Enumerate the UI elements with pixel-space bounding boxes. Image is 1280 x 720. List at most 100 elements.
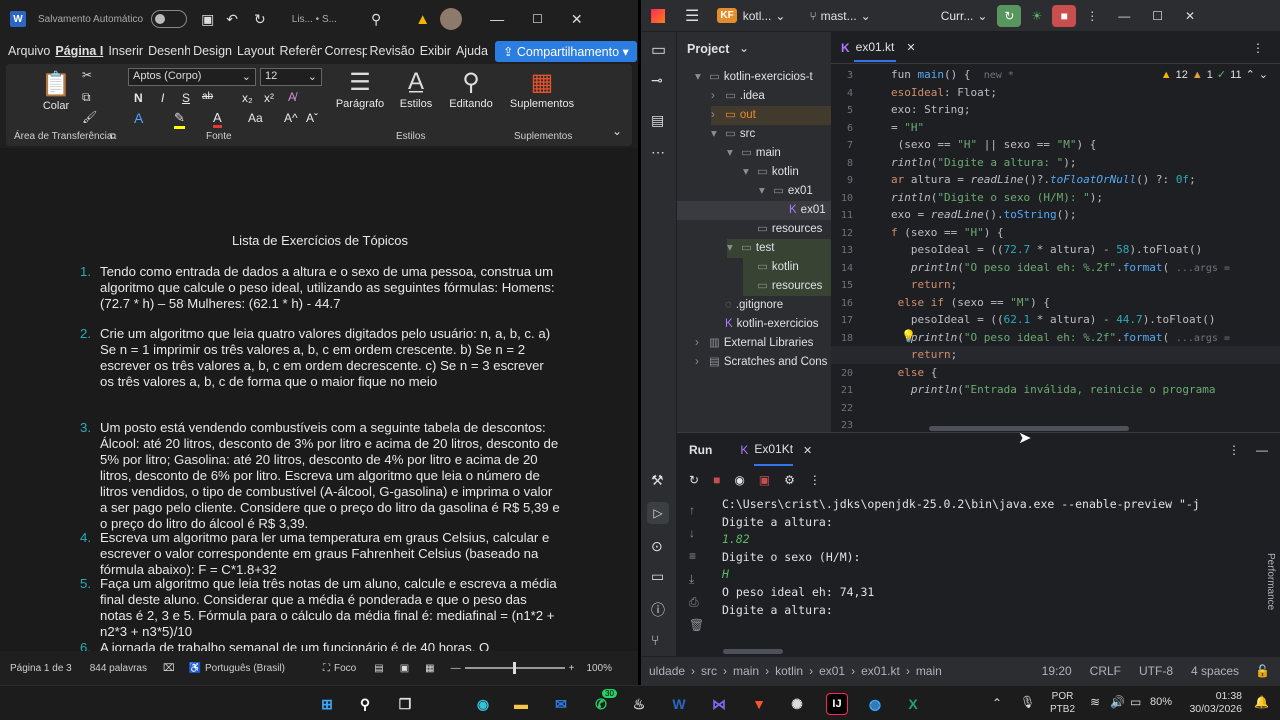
tab-layout[interactable]: Layout — [235, 44, 277, 58]
accessibility-icon[interactable]: ♿ — [189, 663, 201, 674]
font-color-button[interactable]: A — [213, 110, 222, 128]
stop-icon[interactable]: ■ — [713, 473, 720, 487]
expand-arrow-icon[interactable]: ▾ — [727, 144, 741, 163]
debug-icon[interactable]: ☀ — [1031, 9, 1042, 23]
minimize-icon[interactable]: — — [1118, 9, 1130, 23]
expand-arrow-icon[interactable]: ▾ — [759, 182, 773, 201]
scroll-end-icon[interactable]: ⤓ — [689, 568, 704, 591]
breadcrumb-item[interactable]: main — [733, 664, 759, 678]
tab-inserir[interactable]: Inserir — [106, 44, 145, 58]
close-icon[interactable]: ✕ — [1185, 9, 1195, 23]
grow-font-button[interactable]: A^ — [284, 111, 298, 125]
stop-button[interactable]: ■ — [1052, 4, 1077, 27]
tree-node[interactable]: ▭ kotlin — [743, 258, 845, 277]
brave-icon[interactable]: ▼ — [748, 693, 770, 715]
code-editor[interactable]: K ex01.kt ✕ ⋮ ▲ 12 ▲ 1 ✓ 11 ⌃ ⌄ 3 4 5 6 7 8 9 10 11 1… — [831, 32, 1280, 432]
zoom-out-icon[interactable]: — — [451, 663, 461, 674]
zoom-slider[interactable] — [464, 662, 565, 674]
console-scrollbar[interactable] — [723, 649, 783, 654]
chevron-down-icon[interactable]: ⌄ — [739, 41, 749, 55]
expand-arrow-icon[interactable]: › — [695, 353, 709, 372]
microphone-icon[interactable]: 🎙 — [1020, 695, 1035, 709]
tree-node[interactable]: › ▥ External Libraries — [695, 334, 845, 353]
tree-node[interactable]: › ▭ .idea — [711, 87, 845, 106]
word-count[interactable]: 844 palavras — [90, 663, 147, 674]
change-case-button[interactable]: Aa — [248, 111, 263, 125]
branch-icon[interactable]: ⑂ — [809, 9, 816, 23]
styles-button[interactable]: A̲ Estilos — [396, 68, 436, 110]
tree-node[interactable]: Kkotlin-exercicios — [711, 315, 845, 334]
read-mode-icon[interactable]: ▤ — [374, 663, 383, 674]
tab-correspondencias[interactable]: Correspo — [323, 44, 367, 58]
edge-icon[interactable]: ◉ — [472, 693, 494, 715]
tree-node[interactable]: ▾ ▭ test — [727, 239, 845, 258]
editing-button[interactable]: ⚲ Editando — [446, 68, 496, 110]
chatgpt-icon[interactable]: ✺ — [786, 693, 808, 715]
indent-setting[interactable]: 4 spaces — [1191, 664, 1239, 678]
tray-chevron-icon[interactable]: ⌃ — [992, 696, 1002, 710]
screenshot-icon[interactable]: ◉ — [734, 473, 744, 487]
print-icon[interactable]: ⎙ — [689, 591, 704, 614]
run-tab-ex01kt[interactable]: Ex01Kt — [754, 434, 794, 466]
tree-node[interactable]: › ▭ out — [711, 106, 845, 125]
outlook-icon[interactable]: ✉ — [550, 693, 572, 715]
close-tab-icon[interactable]: ✕ — [803, 444, 812, 457]
tree-node[interactable]: ▾ ▭ kotlin-exercicios-t — [695, 68, 845, 87]
tree-node[interactable]: › ▤ Scratches and Cons — [695, 353, 845, 372]
clear-icon[interactable]: 🗑 — [689, 614, 704, 637]
readonly-icon[interactable]: 🔓 — [1255, 664, 1270, 678]
clear-format-icon[interactable]: A̸ — [288, 90, 296, 104]
soft-wrap-icon[interactable]: ≡ — [689, 545, 704, 568]
start-icon[interactable]: ⊞ — [316, 693, 338, 715]
tab-desenhar[interactable]: Desenha — [146, 44, 190, 58]
file-explorer-icon[interactable]: ▬ — [510, 693, 532, 715]
structure-icon[interactable]: ▤ — [651, 112, 664, 129]
wifi-icon[interactable]: ≋ — [1090, 695, 1100, 709]
web-layout-icon[interactable]: ▦ — [425, 663, 434, 674]
branch-name[interactable]: mast... — [821, 9, 857, 23]
maximize-icon[interactable]: ☐ — [1152, 9, 1163, 23]
shrink-font-button[interactable]: Aˇ — [306, 111, 318, 125]
visual-studio-icon[interactable]: ⋈ — [708, 693, 730, 715]
intention-bulb-icon[interactable]: 💡 — [901, 329, 916, 343]
more-icon[interactable]: ⋮ — [1086, 9, 1098, 23]
autosave-toggle[interactable] — [151, 10, 188, 28]
print-layout-icon[interactable]: ▣ — [400, 663, 409, 674]
clock[interactable]: 01:38 30/03/2026 — [1186, 690, 1242, 716]
search-icon[interactable]: ⚲ — [371, 11, 381, 28]
excel-icon[interactable]: X — [902, 693, 924, 715]
tree-node[interactable]: ◌ .gitignore — [711, 296, 845, 315]
cut-icon[interactable]: ✂ — [82, 68, 92, 82]
breadcrumb-item[interactable]: ex01 — [819, 664, 845, 678]
document-page[interactable]: Lista de Exercícios de Tópicos 1. Tendo c… — [0, 148, 638, 651]
highlight-icon[interactable]: ✎ — [174, 110, 185, 129]
word-icon[interactable]: W — [668, 693, 690, 715]
paste-button[interactable]: 📋 Colar — [36, 70, 76, 112]
more-tools-icon[interactable]: ⋯ — [651, 144, 665, 161]
tree-node[interactable]: Kex01 — [677, 201, 831, 220]
zoom-in-icon[interactable]: + — [569, 663, 575, 674]
task-view-icon[interactable]: ❐ — [394, 693, 416, 715]
tab-revisao[interactable]: Revisão — [368, 44, 417, 58]
proofing-icon[interactable]: ⌧ — [163, 663, 175, 674]
tree-node[interactable]: ▭ resources — [743, 220, 845, 239]
scroll-up-icon[interactable]: ↑ — [689, 499, 704, 522]
expand-arrow-icon[interactable]: ▾ — [695, 68, 709, 87]
italic-button[interactable]: I — [161, 91, 164, 105]
more-icon[interactable]: ⋮ — [809, 473, 821, 487]
run-config-select[interactable]: Curr... — [941, 9, 974, 23]
battery-icon[interactable]: ▭ — [1130, 695, 1141, 709]
strikethrough-button[interactable]: ab — [202, 91, 213, 102]
tree-node[interactable]: ▾ ▭ kotlin — [743, 163, 845, 182]
breadcrumb-item[interactable]: uldade — [649, 664, 685, 678]
expand-arrow-icon[interactable]: › — [711, 106, 725, 125]
focus-icon[interactable]: ⛶ — [323, 663, 330, 674]
paragraph-button[interactable]: ☰ Parágrafo — [332, 68, 388, 110]
search-icon[interactable]: ⚲ — [354, 693, 376, 715]
breadcrumb-item[interactable]: ex01.kt — [861, 664, 900, 678]
inspection-widget[interactable]: ▲ 12 ▲ 1 ✓ 11 ⌃ ⌄ — [1161, 68, 1268, 82]
tab-pagina-inicial[interactable]: Página I — [53, 44, 105, 58]
problems-icon[interactable]: ⓘ — [651, 600, 665, 620]
expand-arrow-icon[interactable]: › — [711, 87, 725, 106]
steam-icon[interactable]: ♨ — [628, 693, 650, 715]
